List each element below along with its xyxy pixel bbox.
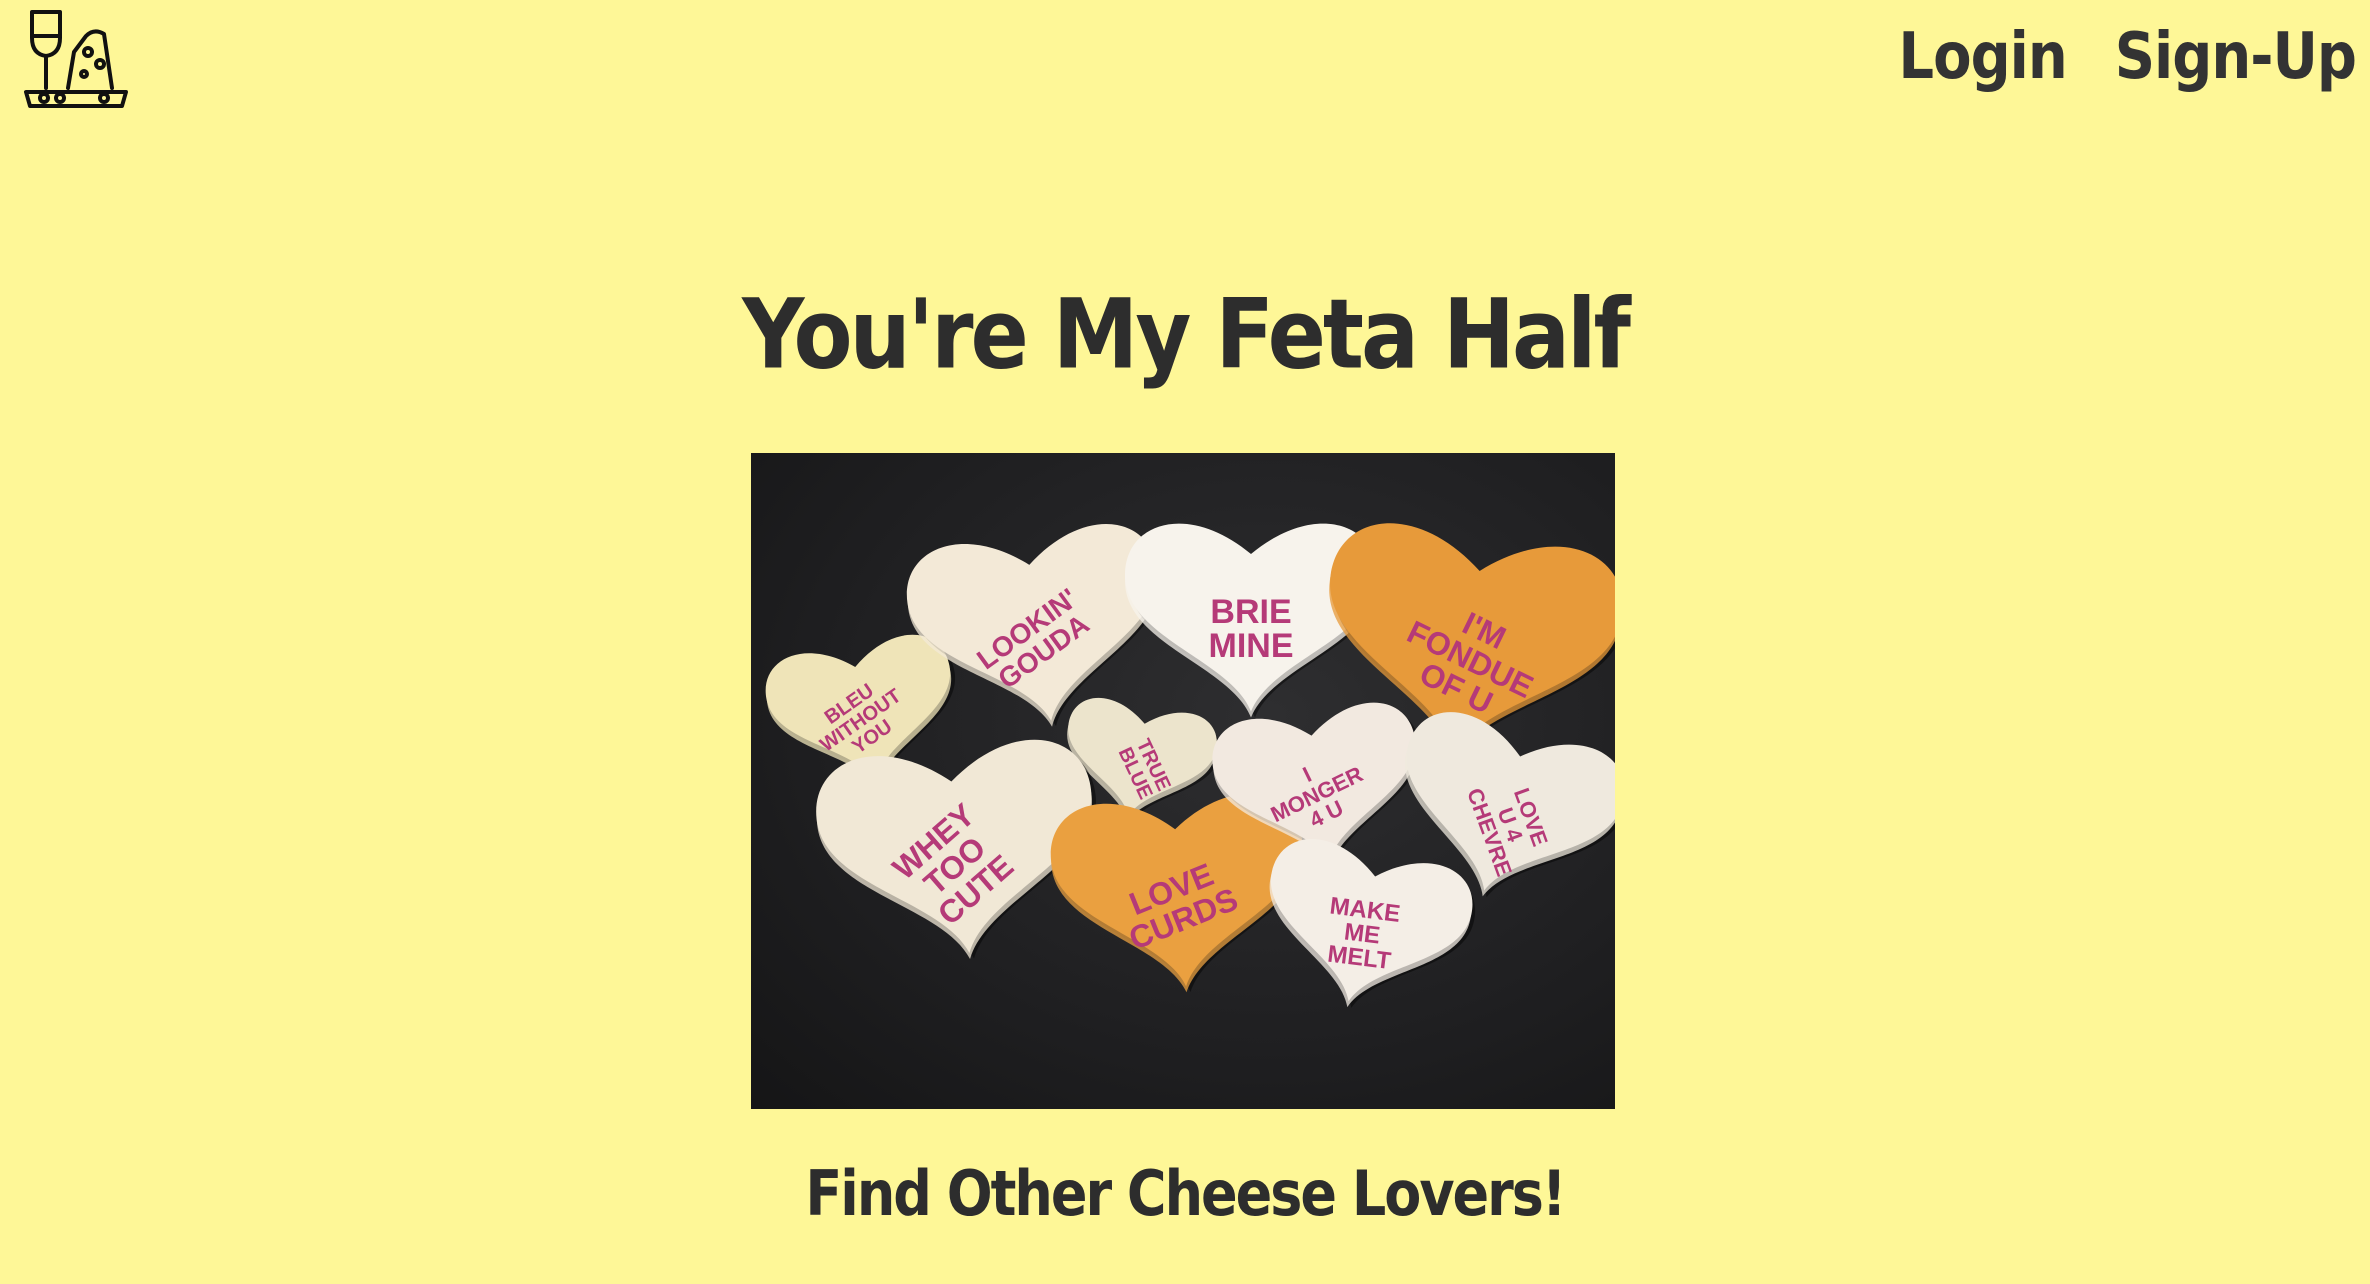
auth-nav: Login Sign-Up xyxy=(1898,19,2357,94)
cheese-hearts-illustration: BLEUWITHOUTYOULOOKIN'GOUDATRUEBLUEBRIE MI… xyxy=(759,515,1615,1030)
signup-link[interactable]: Sign-Up xyxy=(2115,19,2357,94)
logo-graphic xyxy=(24,10,128,108)
login-link[interactable]: Login xyxy=(1898,19,2067,94)
hero-image: BLEUWITHOUTYOU LOOKIN'GOUDA TRUEBLUE BRIE MI… xyxy=(751,453,1615,1109)
cta-text: Find Other Cheese Lovers! xyxy=(805,1157,1566,1230)
top-navbar: Login Sign-Up xyxy=(0,0,2370,130)
candy-heart: MAKEMEMELT xyxy=(1247,831,1483,1030)
heart-message: BRIE MINE xyxy=(1209,593,1294,665)
wine-and-cheese-icon[interactable] xyxy=(22,8,132,114)
page-title: You're My Feta Half xyxy=(742,279,1631,391)
